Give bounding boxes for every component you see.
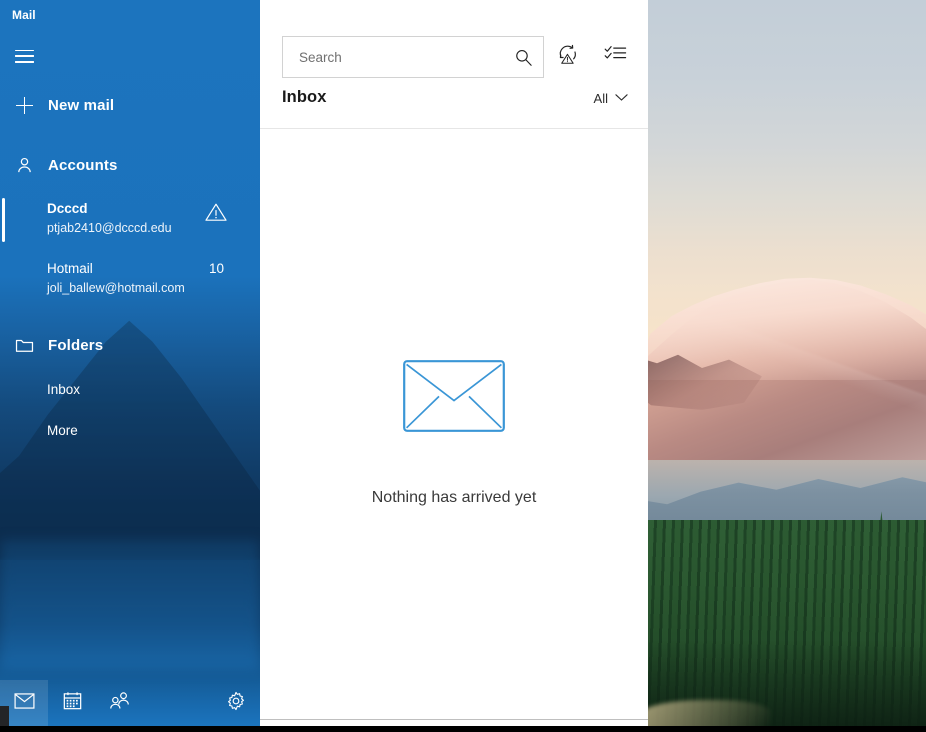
sidebar-account-dcccd[interactable]: Dcccd ptjab2410@dcccd.edu: [0, 190, 260, 250]
search-input[interactable]: [283, 49, 503, 65]
calendar-app-button[interactable]: [48, 680, 96, 726]
window-bottom-edge: [260, 719, 648, 720]
empty-state: Nothing has arrived yet: [260, 360, 648, 507]
sidebar-folder-more[interactable]: More: [0, 410, 260, 451]
envelope-outline-icon: [403, 360, 505, 437]
warning-triangle-icon[interactable]: [204, 201, 228, 228]
folders-label: Folders: [48, 336, 104, 354]
screen-bottom-bar: [0, 726, 926, 732]
list-header-row: Inbox All: [260, 88, 648, 128]
settings-button[interactable]: [212, 680, 260, 726]
mail-app-window: Mail New mail Accounts Dcccd ptjab2410@d…: [0, 0, 648, 726]
account-name: Dcccd: [47, 201, 88, 216]
filter-dropdown[interactable]: All: [594, 89, 628, 107]
account-name: Hotmail: [47, 261, 93, 276]
account-email: joli_ballew@hotmail.com: [47, 281, 185, 295]
navigation-pane: Mail New mail Accounts Dcccd ptjab2410@d…: [0, 0, 260, 726]
account-unread-count: 10: [208, 261, 224, 276]
wallpaper-trail: [640, 700, 770, 726]
calendar-icon: [63, 691, 82, 715]
sidebar-account-hotmail[interactable]: Hotmail joli_ballew@hotmail.com 10: [0, 250, 260, 310]
new-mail-button[interactable]: New mail: [0, 81, 260, 129]
accounts-label: Accounts: [48, 156, 118, 174]
sidebar-folder-inbox[interactable]: Inbox: [0, 369, 260, 410]
plus-icon: [0, 96, 48, 114]
search-icon[interactable]: [503, 38, 543, 76]
nav-wallpaper-water: [0, 540, 260, 670]
filter-label: All: [593, 90, 608, 106]
gear-icon: [226, 691, 246, 716]
selection-mode-icon: [604, 44, 627, 69]
hamburger-menu-button[interactable]: [0, 32, 48, 80]
app-switcher-bar: [0, 680, 260, 726]
folder-label: More: [47, 423, 78, 438]
empty-state-message: Nothing has arrived yet: [371, 489, 537, 506]
accounts-section-header[interactable]: Accounts: [0, 141, 260, 189]
folder-icon: [0, 337, 48, 354]
page-title: Inbox: [282, 88, 327, 106]
envelope-icon: [13, 692, 35, 714]
selection-mode-button[interactable]: [595, 36, 635, 76]
sync-button[interactable]: [548, 36, 588, 76]
mail-app-button[interactable]: [0, 680, 48, 726]
sync-error-icon: [556, 42, 580, 71]
chevron-down-icon: [615, 89, 628, 107]
people-app-button[interactable]: [96, 680, 144, 726]
message-list-pane: Inbox All: [260, 0, 648, 726]
hamburger-menu-icon: [0, 49, 48, 63]
people-icon: [109, 691, 131, 715]
pane-divider: [260, 128, 648, 129]
new-mail-label: New mail: [48, 96, 115, 114]
folder-label: Inbox: [47, 382, 81, 397]
folders-section-header[interactable]: Folders: [0, 321, 260, 369]
account-email: ptjab2410@dcccd.edu: [47, 221, 172, 235]
app-title: Mail: [12, 8, 36, 22]
screen: Mail New mail Accounts Dcccd ptjab2410@d…: [0, 0, 926, 732]
search-box[interactable]: [282, 36, 544, 78]
person-icon: [0, 156, 48, 175]
